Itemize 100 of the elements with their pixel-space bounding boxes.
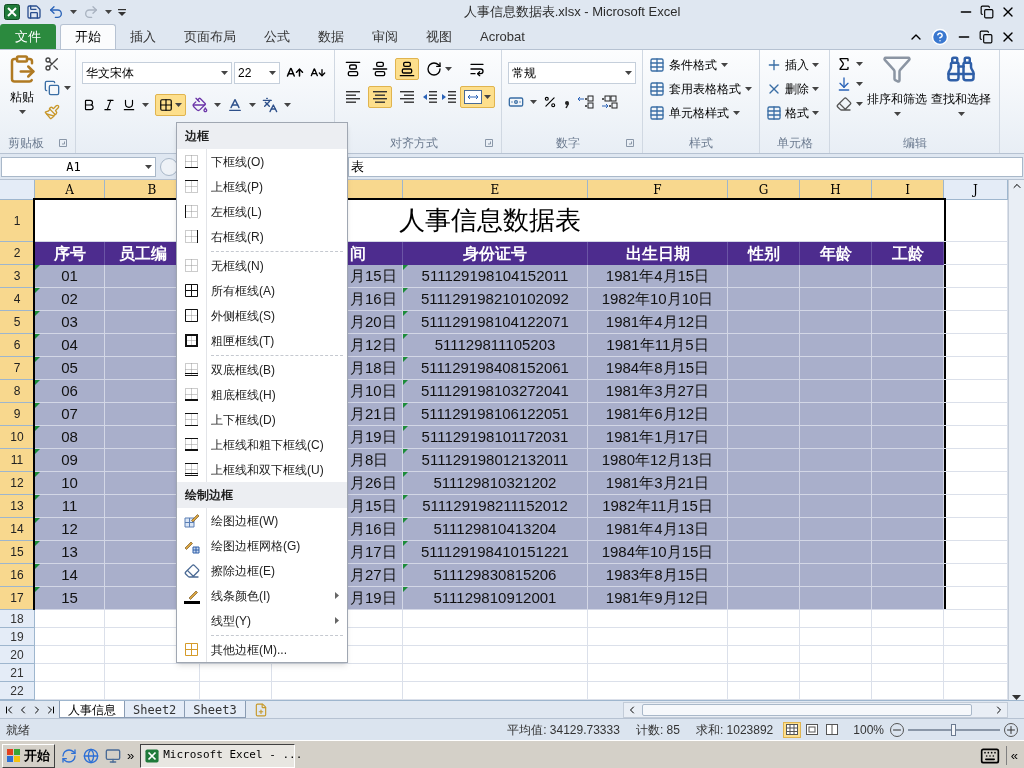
table-cell: 08: [35, 426, 105, 449]
ribbon-tab[interactable]: 页面布局: [170, 24, 250, 49]
table-cell: 511129811105203: [403, 334, 588, 357]
group-label: 剪贴板: [8, 135, 44, 152]
row-header: 15: [0, 541, 35, 564]
file-tab[interactable]: 文件: [0, 24, 56, 49]
style-menu-button[interactable]: 套用表格格式: [649, 78, 753, 100]
name-box[interactable]: A1: [1, 156, 156, 177]
table-cell: 1982年11月15日: [588, 495, 728, 518]
row-header: 11: [0, 449, 35, 472]
status-average: 平均值: 34129.73333: [507, 721, 620, 739]
menu-item[interactable]: 下框线(O): [177, 149, 347, 174]
menu-item[interactable]: 其他边框(M)...: [177, 637, 347, 662]
cells-menu-button[interactable]: 删除: [766, 78, 823, 100]
table-cell: 511129198211152012: [403, 495, 588, 518]
table-cell: 10: [35, 472, 105, 495]
table-cell: 511129810321202: [403, 472, 588, 495]
sheet-tab[interactable]: Sheet2: [124, 701, 186, 718]
column-header[interactable]: J: [944, 180, 1008, 199]
find-select-button[interactable]: 查找和选择: [931, 54, 991, 133]
table-cell: 1981年3月21日: [588, 472, 728, 495]
column-heading: 出生日期: [588, 242, 728, 265]
table-cell: 511129198106122051: [403, 403, 588, 426]
more-apps-button[interactable]: »: [127, 745, 135, 766]
ribbon-tab[interactable]: 插入: [116, 24, 170, 49]
menu-item[interactable]: 左框线(L): [177, 199, 347, 224]
row-header: 20: [0, 646, 35, 664]
ribbon-tab[interactable]: 数据: [304, 24, 358, 49]
table-cell: 1981年6月12日: [588, 403, 728, 426]
group-label: 编辑: [902, 135, 927, 152]
start-button[interactable]: 开始: [2, 743, 55, 768]
sheet-tab[interactable]: Sheet3: [184, 701, 246, 718]
table-cell: 04: [35, 334, 105, 357]
table-cell: 1981年9月12日: [588, 587, 728, 610]
table-cell: 511129198410151221: [403, 541, 588, 564]
font-name-field[interactable]: 华文宋体: [82, 62, 232, 84]
paste-button[interactable]: 粘贴: [10, 88, 34, 106]
row-header: 21: [0, 664, 35, 682]
table-cell: 01: [35, 265, 105, 288]
table-cell: 02: [35, 288, 105, 311]
table-cell: 511129198210102092: [403, 288, 588, 311]
row-header: 5: [0, 311, 35, 334]
ribbon-tab[interactable]: 开始: [60, 24, 116, 49]
ribbon-tab[interactable]: 审阅: [358, 24, 412, 49]
row-header: 13: [0, 495, 35, 518]
table-cell: 1982年10月10日: [588, 288, 728, 311]
group-label: 样式: [689, 135, 713, 152]
table-cell: 1981年4月15日: [588, 265, 728, 288]
table-cell: 1981年4月12日: [588, 311, 728, 334]
group-label: 对齐方式: [390, 135, 438, 152]
cells-menu-button[interactable]: 格式: [766, 102, 823, 124]
formula-field[interactable]: 表: [348, 156, 1023, 177]
ribbon-tab[interactable]: 公式: [250, 24, 304, 49]
table-cell: 1981年1月17日: [588, 426, 728, 449]
number-format-field[interactable]: 常规: [508, 62, 636, 84]
table-cell: 1981年3月27日: [588, 380, 728, 403]
font-size-field[interactable]: 22: [234, 62, 280, 84]
row-header: 6: [0, 334, 35, 357]
table-cell: 09: [35, 449, 105, 472]
row-header: 10: [0, 426, 35, 449]
row-header: 12: [0, 472, 35, 495]
style-menu-button[interactable]: 条件格式: [649, 54, 753, 76]
row-header: 3: [0, 265, 35, 288]
column-heading: 身份证号: [403, 242, 588, 265]
table-cell: 11: [35, 495, 105, 518]
zoom-level: 100%: [853, 721, 884, 739]
row-header: 8: [0, 380, 35, 403]
table-cell: 05: [35, 357, 105, 380]
table-cell: 03: [35, 311, 105, 334]
table-cell: 1980年12月13日: [588, 449, 728, 472]
sort-filter-button[interactable]: 排序和筛选: [867, 54, 927, 133]
row-header: 9: [0, 403, 35, 426]
window-title: 人事信息数据表.xlsx - Microsoft Excel: [462, 3, 682, 22]
row-header: 18: [0, 610, 35, 628]
row-header: 2: [0, 242, 35, 265]
menu-item[interactable]: 线型(Y): [177, 608, 347, 633]
ribbon-tab[interactable]: 视图: [412, 24, 466, 49]
row-header: 22: [0, 682, 35, 700]
table-cell: 13: [35, 541, 105, 564]
column-heading: 工龄: [872, 242, 944, 265]
style-menu-button[interactable]: 单元格样式: [649, 102, 753, 124]
status-count: 计数: 85: [635, 721, 680, 739]
sheet-tab[interactable]: 人事信息: [59, 701, 125, 718]
status-sum: 求和: 1023892: [695, 721, 774, 739]
group-label: 数字: [556, 135, 580, 152]
table-cell: 511129830815206: [403, 564, 588, 587]
cells-menu-button[interactable]: 插入: [766, 54, 823, 76]
table-cell: 511129810413204: [403, 518, 588, 541]
table-cell: 14: [35, 564, 105, 587]
ribbon-tab[interactable]: Acrobat: [466, 24, 539, 49]
row-header: 17: [0, 587, 35, 610]
table-cell: 1984年10月15日: [588, 541, 728, 564]
table-cell: 511129198101172031: [403, 426, 588, 449]
menu-section-header: 绘制边框: [177, 482, 347, 508]
tray-expand-button[interactable]: «: [1005, 745, 1022, 766]
table-cell: 1983年8月15日: [588, 564, 728, 587]
column-heading: 序号: [35, 242, 105, 265]
row-header: 14: [0, 518, 35, 541]
row-header: 1: [0, 200, 35, 242]
table-cell: 1981年4月13日: [588, 518, 728, 541]
